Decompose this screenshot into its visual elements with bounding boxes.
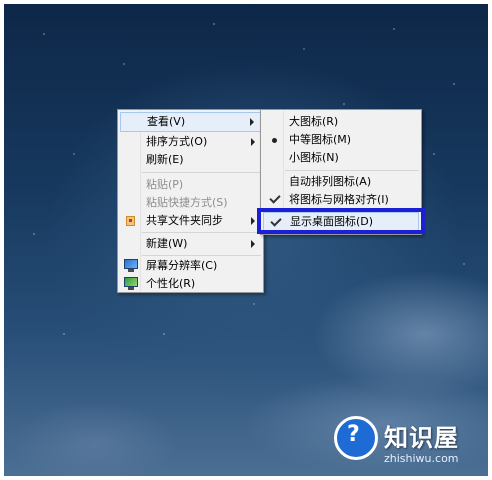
share-sync-icon — [126, 216, 135, 226]
submenu-arrow-icon — [250, 118, 254, 126]
menu-item-label: 粘贴(P) — [146, 178, 184, 191]
menu-item-auto-arrange[interactable]: 自动排列图标(A) — [263, 172, 419, 192]
desktop[interactable]: 查看(V) 排序方式(O) 刷新(E) 粘贴(P) 粘贴快捷方式(S) 共享文件… — [4, 4, 488, 476]
monitor-stand — [128, 287, 134, 290]
menu-item-personalize[interactable]: 个性化(R) — [120, 274, 261, 294]
watermark-site: zhishiwu.com — [384, 452, 459, 465]
menu-item-label: 屏幕分辨率(C) — [146, 259, 218, 272]
menu-separator — [285, 170, 419, 171]
submenu-arrow-icon — [251, 217, 255, 225]
menu-item-large-icons[interactable]: 大图标(R) — [263, 112, 419, 132]
menu-item-label: 刷新(E) — [146, 153, 184, 166]
menu-item-label: 新建(W) — [146, 237, 188, 250]
menu-item-medium-icons[interactable]: 中等图标(M) — [263, 130, 419, 150]
menu-item-label: 查看(V) — [147, 115, 186, 128]
desktop-context-menu: 查看(V) 排序方式(O) 刷新(E) 粘贴(P) 粘贴快捷方式(S) 共享文件… — [117, 109, 264, 293]
monitor-screen — [124, 277, 138, 287]
monitor-screen — [124, 259, 138, 269]
monitor-icon — [124, 259, 138, 273]
menu-item-label: 排序方式(O) — [146, 135, 208, 148]
submenu-arrow-icon — [251, 138, 255, 146]
annotation-highlight-box — [257, 208, 425, 234]
watermark-title: 知识屋 — [384, 424, 459, 452]
personalize-icon — [124, 277, 138, 291]
menu-item-screen-resolution[interactable]: 屏幕分辨率(C) — [120, 256, 261, 276]
watermark-logo: ? 知识屋 zhishiwu.com — [334, 414, 488, 476]
menu-item-label: 粘贴快捷方式(S) — [146, 196, 228, 209]
menu-item-align-to-grid[interactable]: 将图标与网格对齐(I) — [263, 190, 419, 210]
radio-bullet-icon — [272, 138, 277, 143]
menu-item-label: 共享文件夹同步 — [146, 214, 223, 227]
question-mark-glyph: ? — [347, 422, 360, 447]
menu-item-share-folder-sync[interactable]: 共享文件夹同步 — [120, 211, 261, 231]
menu-item-paste-shortcut[interactable]: 粘贴快捷方式(S) — [120, 193, 261, 213]
menu-item-label: 个性化(R) — [146, 277, 196, 290]
menu-item-refresh[interactable]: 刷新(E) — [120, 150, 261, 170]
submenu-arrow-icon — [251, 240, 255, 248]
menu-item-label: 自动排列图标(A) — [289, 175, 372, 188]
checkmark-icon — [269, 192, 281, 204]
menu-item-paste[interactable]: 粘贴(P) — [120, 175, 261, 195]
screenshot-frame: 查看(V) 排序方式(O) 刷新(E) 粘贴(P) 粘贴快捷方式(S) 共享文件… — [0, 0, 492, 480]
menu-item-sort-by[interactable]: 排序方式(O) — [120, 132, 261, 152]
menu-item-small-icons[interactable]: 小图标(N) — [263, 148, 419, 168]
monitor-stand — [128, 269, 134, 272]
menu-item-label: 将图标与网格对齐(I) — [289, 193, 389, 206]
menu-separator — [142, 172, 261, 173]
question-badge-icon: ? — [334, 416, 378, 460]
menu-item-label: 中等图标(M) — [289, 133, 352, 146]
menu-item-view[interactable]: 查看(V) — [120, 112, 261, 132]
menu-item-new[interactable]: 新建(W) — [120, 234, 261, 254]
menu-item-label: 小图标(N) — [289, 151, 339, 164]
menu-item-label: 大图标(R) — [289, 115, 339, 128]
menu-separator — [142, 232, 261, 233]
